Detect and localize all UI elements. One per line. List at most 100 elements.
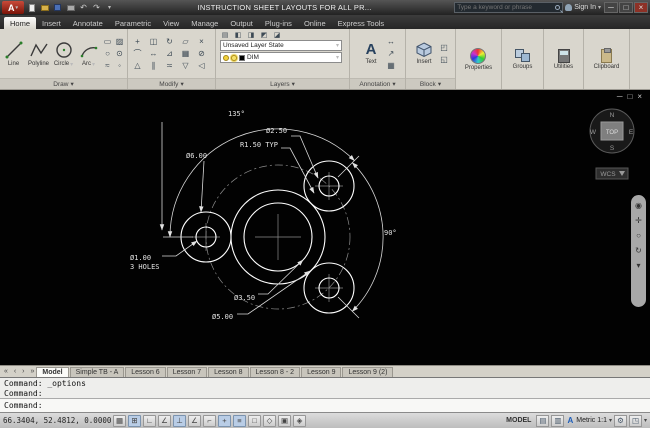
text-tool-button[interactable]: A Text: [359, 42, 384, 66]
steering-wheel-icon[interactable]: ◉: [635, 202, 642, 210]
grid-toggle[interactable]: ∟: [143, 414, 156, 427]
edit-block-button[interactable]: ◱: [439, 54, 450, 65]
viewcube-east[interactable]: E: [629, 129, 634, 136]
layer-freeze-button[interactable]: ◩: [259, 30, 269, 39]
clipboard-panel[interactable]: Clipboard: [584, 29, 630, 89]
lwt-toggle[interactable]: ◇: [263, 414, 276, 427]
restore-button[interactable]: □: [619, 2, 633, 13]
annotation-panel-expand-icon[interactable]: ▾: [392, 80, 395, 88]
table-button[interactable]: ▦: [386, 60, 397, 71]
layout-tab-simple-tb-a[interactable]: Simple TB - A: [69, 366, 125, 377]
quick-view-drawings-button[interactable]: ▥: [551, 414, 565, 427]
tab-view[interactable]: View: [157, 17, 185, 29]
viewcube-west[interactable]: W: [590, 129, 597, 136]
copy-button[interactable]: ◫: [148, 36, 159, 47]
layer-on-bulb-icon[interactable]: [223, 54, 229, 61]
viewcube-south[interactable]: S: [610, 145, 615, 152]
rotate-button[interactable]: ↻: [164, 36, 175, 47]
search-icon[interactable]: [555, 5, 561, 10]
last-layout-button[interactable]: »: [28, 368, 36, 375]
drawing-viewport[interactable]: 135° Ø2.50 R1.50 TYP Ø6.00 Ø1.00 3 HOLES…: [0, 90, 650, 365]
undo-button[interactable]: ↶: [78, 3, 89, 13]
layout-tab-model[interactable]: Model: [36, 366, 69, 377]
modify-panel-label[interactable]: Modify ▾: [128, 78, 215, 89]
ortho-toggle[interactable]: ∠: [158, 414, 171, 427]
point-button[interactable]: ⊙: [114, 48, 125, 59]
dyn-toggle[interactable]: □: [248, 414, 261, 427]
tab-online[interactable]: Online: [298, 17, 332, 29]
trim-button[interactable]: ×: [196, 36, 207, 47]
tab-express-tools[interactable]: Express Tools: [332, 17, 391, 29]
open-file-button[interactable]: [39, 3, 50, 13]
ducs-toggle[interactable]: ≡: [233, 414, 246, 427]
layers-panel-expand-icon[interactable]: ▾: [292, 80, 295, 88]
snap-toggle[interactable]: ⊞: [128, 414, 141, 427]
spline-button[interactable]: ≈: [102, 60, 113, 71]
layer-state-dropdown-icon[interactable]: ▾: [336, 42, 339, 49]
multileader-button[interactable]: ↗: [386, 48, 397, 59]
erase-button[interactable]: ⊘: [196, 48, 207, 59]
dimension-button[interactable]: ↔: [386, 36, 397, 47]
layer-properties-button[interactable]: ▤: [220, 30, 230, 39]
circle-tool-button[interactable]: Circle ▾: [52, 40, 75, 68]
osnap-toggle[interactable]: ∠: [188, 414, 201, 427]
workspace-switching-button[interactable]: ⚙: [613, 414, 627, 427]
clean-screen-button[interactable]: ◳: [628, 414, 642, 427]
prev-layout-button[interactable]: ‹: [12, 368, 18, 375]
layer-thaw-sun-icon[interactable]: [231, 54, 237, 61]
chamfer-button[interactable]: ▽: [180, 60, 191, 71]
status-bar-menu-icon[interactable]: ▾: [644, 417, 647, 424]
plot-button[interactable]: [65, 3, 76, 13]
donut-button[interactable]: ◦: [114, 60, 125, 71]
utilities-panel[interactable]: Utilities: [544, 29, 584, 89]
move-button[interactable]: +: [132, 36, 143, 47]
next-layout-button[interactable]: ›: [20, 368, 26, 375]
layer-isolate-button[interactable]: ◨: [246, 30, 256, 39]
block-panel-label[interactable]: Block ▾: [406, 78, 455, 89]
viewcube[interactable]: TOP N W E S: [589, 108, 635, 154]
3dosnap-toggle[interactable]: ⌐: [203, 414, 216, 427]
block-panel-expand-icon[interactable]: ▾: [438, 80, 441, 88]
create-block-button[interactable]: ◰: [439, 42, 450, 53]
save-button[interactable]: [52, 3, 63, 13]
new-file-button[interactable]: [26, 3, 37, 13]
layout-tab-lesson-9-2[interactable]: Lesson 9 (2): [342, 366, 394, 377]
layout-tab-lesson-6[interactable]: Lesson 6: [125, 366, 166, 377]
line-tool-button[interactable]: Line: [2, 40, 25, 67]
layer-state-dropdown[interactable]: Unsaved Layer State ▾: [220, 40, 342, 51]
insert-block-button[interactable]: Insert: [412, 42, 437, 65]
hatch-button[interactable]: ▨: [114, 36, 125, 47]
sign-in-dropdown-icon[interactable]: ▾: [598, 4, 601, 11]
blend-button[interactable]: ◁: [196, 60, 207, 71]
command-line-window[interactable]: Command: _options Command: Command:: [0, 377, 650, 412]
polar-toggle[interactable]: ⊥: [173, 414, 186, 427]
polyline-tool-button[interactable]: Polyline: [27, 40, 50, 67]
wcs-menu[interactable]: WCS: [595, 167, 629, 180]
arc-tool-button[interactable]: Arc ▾: [77, 40, 100, 68]
annotation-scale-button[interactable]: Metric 1:1: [576, 417, 607, 424]
viewcube-north[interactable]: N: [610, 112, 615, 119]
command-prompt[interactable]: Command:: [0, 399, 650, 412]
navbar-more-icon[interactable]: ▾: [636, 262, 640, 270]
current-layer-dropdown[interactable]: DIM ▾: [220, 52, 342, 63]
layer-off-button[interactable]: ◧: [233, 30, 243, 39]
layout-tab-lesson-8-2[interactable]: Lesson 8 - 2: [249, 366, 301, 377]
pan-icon[interactable]: ✛: [635, 217, 642, 225]
layers-panel-label[interactable]: Layers ▾: [216, 78, 349, 89]
ellipse-button[interactable]: ○: [102, 48, 113, 59]
doc-minimize-button[interactable]: ─: [617, 93, 623, 101]
tab-home[interactable]: Home: [4, 17, 37, 29]
tab-insert[interactable]: Insert: [36, 17, 67, 29]
zoom-icon[interactable]: ○: [636, 232, 641, 240]
stretch-button[interactable]: ↔: [148, 48, 159, 59]
infer-constraints-toggle[interactable]: ▦: [113, 414, 126, 427]
doc-close-button[interactable]: ×: [637, 93, 642, 101]
modify-panel-expand-icon[interactable]: ▾: [180, 80, 183, 88]
scale-button[interactable]: ⊿: [164, 48, 175, 59]
redo-button[interactable]: ↷: [91, 3, 102, 13]
properties-panel[interactable]: Properties: [456, 29, 502, 89]
tab-annotate[interactable]: Annotate: [67, 17, 109, 29]
doc-restore-button[interactable]: □: [627, 93, 632, 101]
search-input[interactable]: [457, 4, 554, 11]
groups-panel[interactable]: Groups: [502, 29, 544, 89]
